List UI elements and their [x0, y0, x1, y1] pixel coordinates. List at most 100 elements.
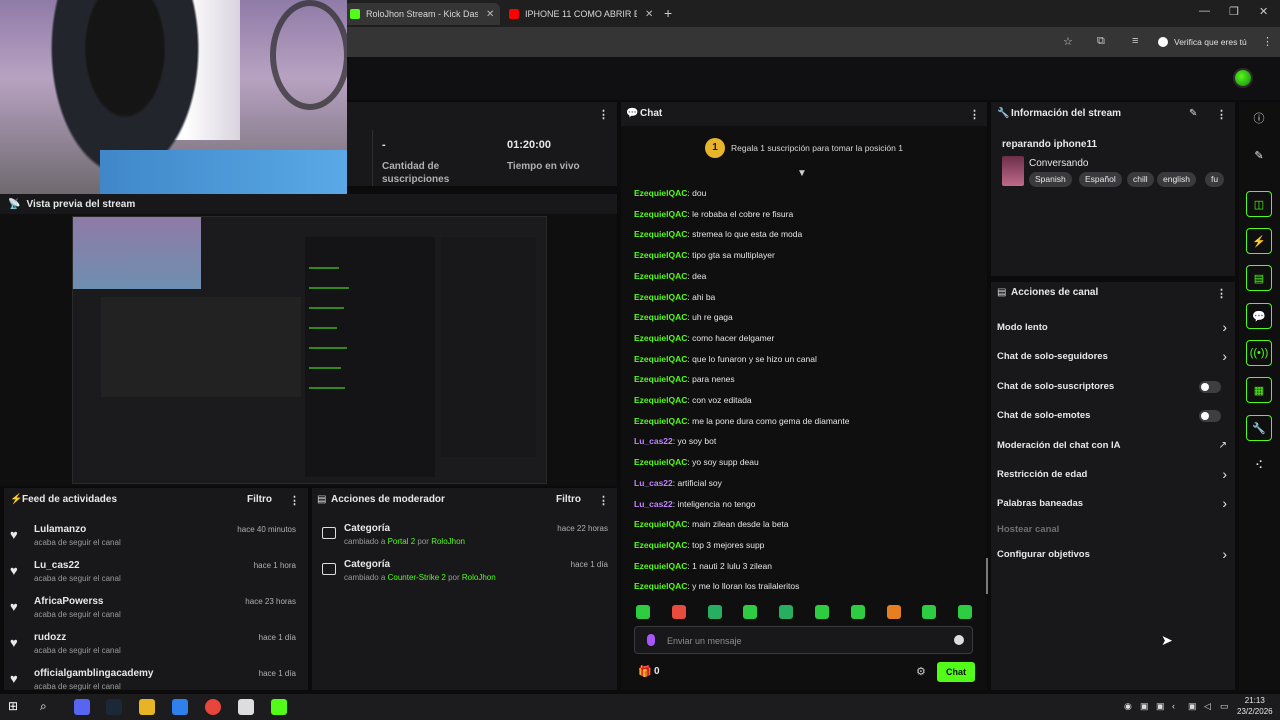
channel-action-row[interactable]: Restricción de edad › [997, 466, 1229, 484]
chat-toggle-icon[interactable]: 💬 [1246, 303, 1272, 329]
chat-username[interactable]: EzequielQAC [634, 250, 687, 260]
chat-username[interactable]: EzequielQAC [634, 188, 687, 198]
close-window-icon[interactable]: ✕ [1259, 5, 1268, 18]
emote-icon[interactable] [779, 605, 794, 619]
whatsapp-tray-icon[interactable]: ◉ [1124, 701, 1132, 712]
edit-pencil-icon[interactable]: ✎ [1189, 108, 1197, 119]
toggle-switch[interactable] [1199, 381, 1221, 393]
chat-username[interactable]: Lu_cas22 [634, 478, 673, 488]
chat-username[interactable]: EzequielQAC [634, 271, 687, 281]
emote-icon[interactable] [958, 605, 973, 619]
chat-username[interactable]: EzequielQAC [634, 561, 687, 571]
chat-input-box[interactable] [634, 626, 973, 654]
chat-username[interactable]: EzequielQAC [634, 374, 687, 384]
broadcast-toggle-icon[interactable]: ((•)) [1246, 340, 1272, 366]
chat-username[interactable]: EzequielQAC [634, 333, 687, 343]
emote-icon[interactable] [671, 605, 686, 619]
obs-icon[interactable] [238, 699, 254, 715]
file-explorer-icon[interactable] [139, 699, 155, 715]
chat-username[interactable]: EzequielQAC [634, 395, 687, 405]
feed-username[interactable]: AfricaPowerss [34, 596, 103, 607]
channel-action-row[interactable]: Palabras baneadas › [997, 495, 1229, 513]
verify-human-chip[interactable]: Verifica que eres tú [1158, 33, 1247, 51]
mod-detail-target[interactable]: Portal 2 [388, 537, 416, 546]
channel-action-row[interactable]: Configurar objetivos › [997, 546, 1229, 564]
activity-feed-toggle-icon[interactable]: ⚡ [1246, 228, 1272, 254]
chat-username[interactable]: Lu_cas22 [634, 499, 673, 509]
chat-username[interactable]: EzequielQAC [634, 292, 687, 302]
chat-menu-icon[interactable]: ⋮ [969, 108, 980, 121]
tray-app-icon[interactable]: ▣ [1140, 701, 1149, 712]
mod-action-item[interactable]: Categoría cambiado a Counter-Strike 2 por… [322, 559, 612, 593]
mod-detail-user[interactable]: RoloJhon [462, 573, 496, 582]
chat-username[interactable]: EzequielQAC [634, 581, 687, 591]
tag-chip[interactable]: Spanish [1029, 172, 1072, 187]
share-nodes-icon[interactable]: ⠪ [1246, 452, 1272, 478]
chat-scrollbar[interactable] [986, 558, 988, 594]
feed-item[interactable]: ♥ AfricaPowerss acaba de seguir el canal ha… [10, 596, 300, 630]
mod-detail-user[interactable]: RoloJhon [431, 537, 465, 546]
chrome-icon[interactable] [205, 699, 221, 715]
tag-chip[interactable]: chill [1127, 172, 1154, 187]
stats-menu-icon[interactable]: ⋮ [598, 108, 609, 121]
chat-username[interactable]: EzequielQAC [634, 416, 687, 426]
chat-username[interactable]: EzequielQAC [634, 354, 687, 364]
volume-icon[interactable]: ◁ [1204, 701, 1211, 712]
channel-action-row[interactable]: Chat de solo-suscriptores [997, 378, 1229, 396]
tab-youtube-video[interactable]: IPHONE 11 COMO ABRIR E TRO ✕ [503, 3, 659, 25]
feed-username[interactable]: officialgamblingacademy [34, 668, 153, 679]
pencil-icon[interactable]: ✎ [1246, 142, 1272, 168]
windows-start-icon[interactable]: ⊞ [8, 699, 24, 715]
feed-username[interactable]: Lulamanzo [34, 524, 86, 535]
app-icon[interactable] [172, 699, 188, 715]
toggle-switch[interactable] [1199, 410, 1221, 422]
stream-info-menu-icon[interactable]: ⋮ [1216, 108, 1227, 121]
mod-action-item[interactable]: Categoría cambiado a Portal 2 por RoloJho… [322, 523, 612, 557]
feed-item[interactable]: ♥ rudozz acaba de seguir el canal hace 1 dí… [10, 632, 300, 666]
feed-item[interactable]: ♥ Lulamanzo acaba de seguir el canal hace 4… [10, 524, 300, 558]
stream-info-toggle-icon[interactable]: 🔧 [1246, 415, 1272, 441]
chat-username[interactable]: EzequielQAC [634, 540, 687, 550]
emote-icon[interactable] [922, 605, 937, 619]
search-icon[interactable]: ⌕ [40, 699, 56, 715]
tag-chip[interactable]: english [1157, 172, 1196, 187]
close-tab-icon[interactable]: ✕ [486, 9, 494, 20]
mod-detail-target[interactable]: Counter-Strike 2 [388, 573, 446, 582]
steam-icon[interactable] [106, 699, 122, 715]
minimize-icon[interactable]: — [1199, 5, 1210, 17]
tray-app-icon[interactable]: ▣ [1188, 701, 1197, 712]
chat-username[interactable]: EzequielQAC [634, 229, 687, 239]
stream-preview-toggle-icon[interactable]: ◫ [1246, 191, 1272, 217]
mod-actions-toggle-icon[interactable]: ▤ [1246, 265, 1272, 291]
emote-icon[interactable] [850, 605, 865, 619]
emote-icon[interactable] [636, 605, 650, 619]
stream-preview[interactable] [0, 214, 617, 486]
feed-item[interactable]: ♥ Lu_cas22 acaba de seguir el canal hace 1 … [10, 560, 300, 594]
send-chat-button[interactable]: Chat [937, 662, 975, 682]
channel-actions-menu-icon[interactable]: ⋮ [1216, 287, 1227, 300]
extensions-icon[interactable]: ⧉ [1097, 35, 1105, 48]
chat-settings-icon[interactable]: ⚙ [916, 665, 926, 678]
activity-menu-icon[interactable]: ⋮ [289, 494, 300, 507]
chat-username[interactable]: EzequielQAC [634, 209, 687, 219]
stats-toggle-icon[interactable]: ▦ [1246, 377, 1272, 403]
chat-username[interactable]: EzequielQAC [634, 519, 687, 529]
category-name[interactable]: Conversando [1029, 158, 1088, 169]
chat-username[interactable]: Lu_cas22 [634, 436, 673, 446]
channel-action-row[interactable]: Modo lento › [997, 319, 1229, 337]
chat-username[interactable]: EzequielQAC [634, 312, 687, 322]
gift-rank-badge[interactable]: 1 [705, 138, 725, 158]
discord-icon[interactable] [74, 699, 90, 715]
media-controls-icon[interactable]: ≡ [1132, 35, 1138, 47]
new-tab-button[interactable]: + [664, 5, 672, 21]
restore-icon[interactable]: ❐ [1229, 5, 1239, 18]
channel-action-row[interactable]: Chat de solo-seguidores › [997, 348, 1229, 366]
emoji-picker-icon[interactable] [954, 635, 964, 645]
feed-username[interactable]: Lu_cas22 [34, 560, 80, 571]
tag-chip[interactable]: fu [1205, 172, 1225, 187]
close-tab-icon[interactable]: ✕ [645, 9, 653, 20]
tray-app-icon[interactable]: ▣ [1156, 701, 1165, 712]
microphone-icon[interactable] [647, 634, 655, 646]
tray-chevron-icon[interactable]: ‹ [1172, 701, 1175, 711]
tab-kick-dashboard[interactable]: RoloJhon Stream - Kick Dashbo ✕ [344, 3, 501, 25]
